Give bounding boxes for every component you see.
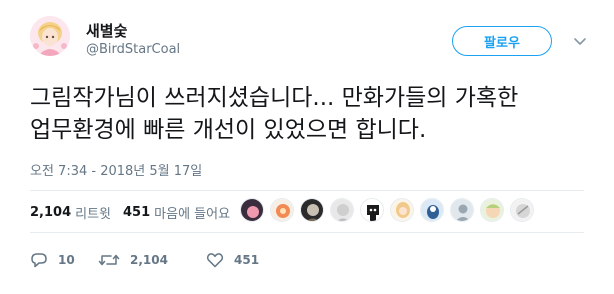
retweet-stat[interactable]: 2,104 리트윗 xyxy=(30,203,111,222)
follow-button[interactable]: 팔로우 xyxy=(452,26,552,56)
like-button[interactable]: 451 xyxy=(206,252,266,268)
tweet-stats: 2,104 리트윗 451 마음에 들어요 xyxy=(30,202,230,222)
liker-avatar[interactable] xyxy=(330,198,354,222)
liker-avatar[interactable] xyxy=(390,198,414,222)
retweet-stat-count: 2,104 xyxy=(30,204,72,220)
display-name[interactable]: 새별숯 xyxy=(86,20,127,41)
retweet-icon xyxy=(98,254,120,266)
like-stat[interactable]: 451 마음에 들어요 xyxy=(123,203,230,222)
liker-avatar[interactable] xyxy=(510,198,534,222)
liker-avatar[interactable] xyxy=(300,198,324,222)
divider xyxy=(30,232,584,233)
divider xyxy=(30,190,584,191)
liker-avatar[interactable] xyxy=(360,198,384,222)
tweet-text-line: 그림작가님이 쓰러지셨습니다... 만화가들의 가혹한 xyxy=(30,85,519,111)
heart-icon xyxy=(206,253,224,268)
liker-avatar[interactable] xyxy=(420,198,444,222)
tweet-text-line: 업무환경에 빠른 개선이 있었으면 합니다. xyxy=(30,117,427,143)
liker-avatar[interactable] xyxy=(270,198,294,222)
reply-icon xyxy=(31,253,47,268)
user-handle[interactable]: @BirdStarCoal xyxy=(86,42,180,57)
liker-avatar[interactable] xyxy=(480,198,504,222)
tweet-actions: 10 2,104 451 xyxy=(30,250,266,270)
tweet-card: 새별숯 @BirdStarCoal 팔로우 그림작가님이 쓰러지셨습니다... … xyxy=(0,0,614,294)
liker-avatars xyxy=(240,198,540,224)
chevron-down-icon[interactable] xyxy=(572,33,588,49)
reply-button[interactable]: 10 xyxy=(30,252,98,268)
tweet-text: 그림작가님이 쓰러지셨습니다... 만화가들의 가혹한 업무환경에 빠른 개선이… xyxy=(30,82,590,146)
retweet-stat-label: 리트윗 xyxy=(75,206,112,222)
avatar[interactable] xyxy=(30,16,70,56)
retweet-button[interactable]: 2,104 xyxy=(98,252,206,268)
timestamp[interactable]: 오전 7:34 - 2018년 5월 17일 xyxy=(30,160,202,179)
reply-count: 10 xyxy=(58,253,75,267)
avatar-image xyxy=(30,16,70,56)
like-count: 451 xyxy=(234,253,260,267)
like-stat-count: 451 xyxy=(123,204,151,220)
retweet-count: 2,104 xyxy=(130,253,168,267)
liker-avatar[interactable] xyxy=(450,198,474,222)
like-stat-label: 마음에 들어요 xyxy=(154,206,231,222)
liker-avatar[interactable] xyxy=(240,198,264,222)
